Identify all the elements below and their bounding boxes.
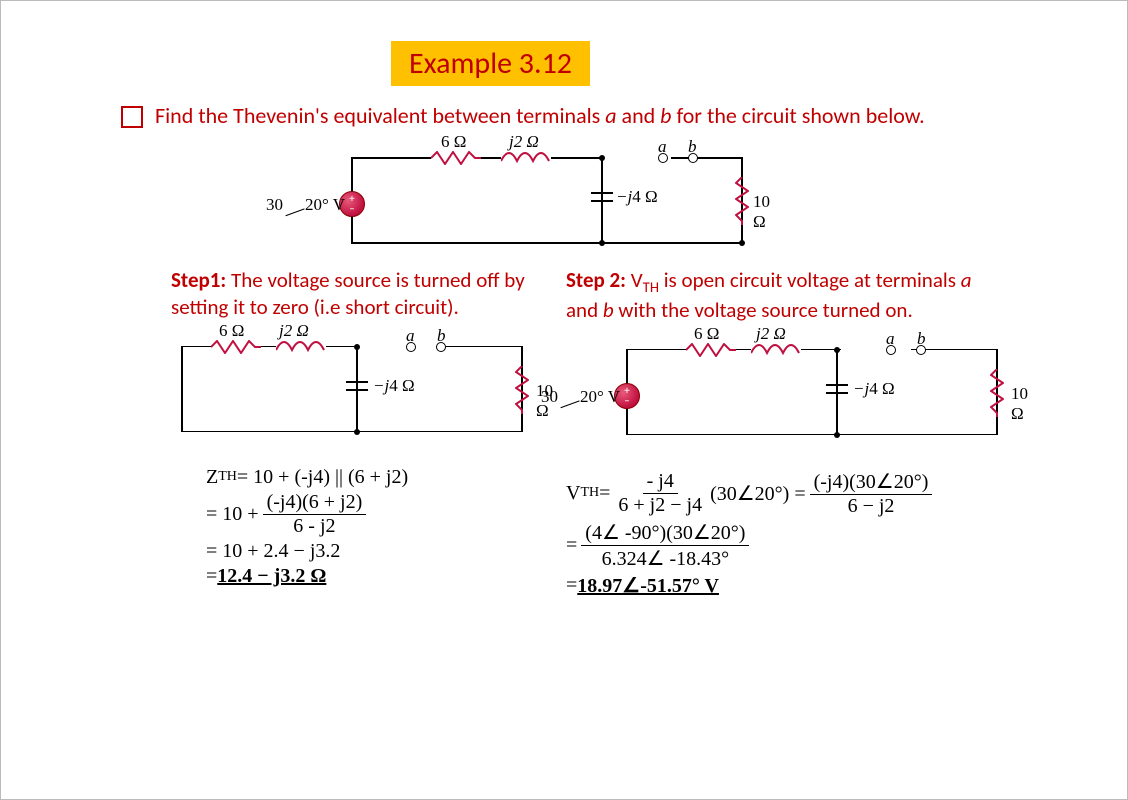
bullet-icon: [121, 106, 143, 128]
source-label: 3020° V: [266, 195, 345, 215]
example-title: Example 3.12: [391, 41, 590, 86]
problem-statement: Find the Thevenin's equivalent between t…: [121, 102, 1027, 129]
terminal-a-label: a: [658, 137, 667, 156]
step2-label: Step 2:: [566, 267, 626, 293]
zth-derivation: ZTH= 10 + (-j4) || (6 + j2) = 10 + (-j4)…: [206, 466, 566, 588]
ta-s1: a: [406, 326, 415, 345]
circuit-original: 3020° V 6 Ω j2 Ω −j4 Ω 10 Ω a b: [301, 137, 761, 257]
tb-s2: b: [917, 329, 926, 348]
circuit-step2: 3020° V 6 Ω j2 Ω −j4 Ω 10 Ω a b: [576, 329, 1006, 449]
j2-label: j2 Ω: [509, 132, 539, 152]
prompt-tail: for the circuit shown below.: [671, 102, 924, 129]
r10-label: 10 Ω: [753, 192, 770, 232]
step1-text: Step1: The voltage source is turned off …: [171, 267, 541, 322]
r6-label-s2: 6 Ω: [694, 324, 719, 344]
tb-s1: b: [437, 326, 446, 345]
r6-label-s1: 6 Ω: [219, 321, 244, 341]
vth-derivation: VTH= - j46 + j2 − j4 (30∠20°) = (-j4)(30…: [566, 469, 1066, 598]
j2-label-s2: j2 Ω: [756, 324, 786, 343]
r10-label-s2: 10 Ω: [1011, 384, 1028, 424]
step2-text: Step 2: VTH is open circuit voltage at t…: [566, 267, 996, 325]
terminal-b-label: b: [688, 137, 697, 156]
step1-label: Step1:: [171, 267, 226, 293]
prompt-and: and: [617, 102, 661, 129]
r6-label: 6 Ω: [441, 132, 466, 152]
terminal-b: b: [660, 102, 671, 129]
j2-label-s1: j2 Ω: [279, 321, 309, 340]
prompt-text: Find the Thevenin's equivalent between t…: [155, 102, 605, 129]
terminal-a: a: [605, 102, 616, 129]
circuit-step1: 6 Ω j2 Ω −j4 Ω 10 Ω a b: [181, 326, 541, 446]
mj4-label: −j4 Ω: [616, 187, 658, 207]
ta-s2: a: [886, 329, 895, 348]
